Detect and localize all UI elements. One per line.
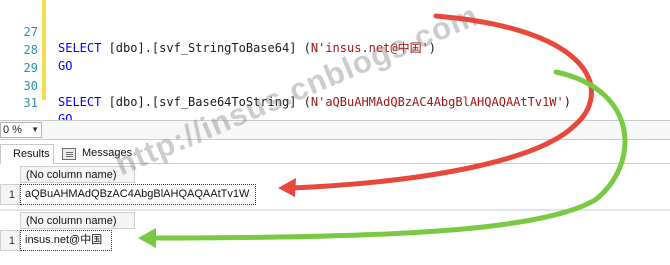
red-arrowhead — [278, 178, 296, 197]
red-arrow — [287, 13, 594, 191]
annotation-arrows — [138, 13, 628, 248]
green-arrowhead — [138, 228, 156, 248]
green-arrow — [147, 69, 628, 241]
